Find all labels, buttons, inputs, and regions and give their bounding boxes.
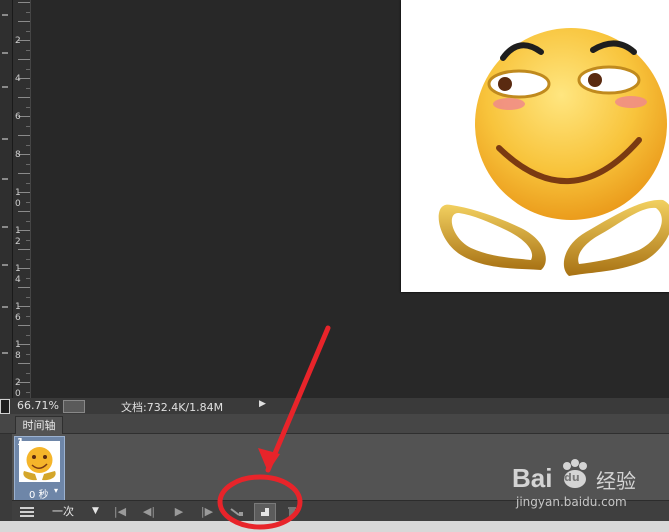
watermark: Bai du 经验 jingyan.baidu.com xyxy=(512,455,662,515)
annotation-arrow-shaft xyxy=(265,325,331,473)
watermark-paw-text: du xyxy=(564,471,580,484)
paw-icon: du xyxy=(558,457,592,495)
watermark-site: 经验 xyxy=(596,469,636,493)
watermark-brand: Bai xyxy=(512,463,553,493)
watermark-url: jingyan.baidu.com xyxy=(516,495,627,509)
annotation-overlay xyxy=(217,325,331,530)
annotation-circle xyxy=(217,474,303,530)
